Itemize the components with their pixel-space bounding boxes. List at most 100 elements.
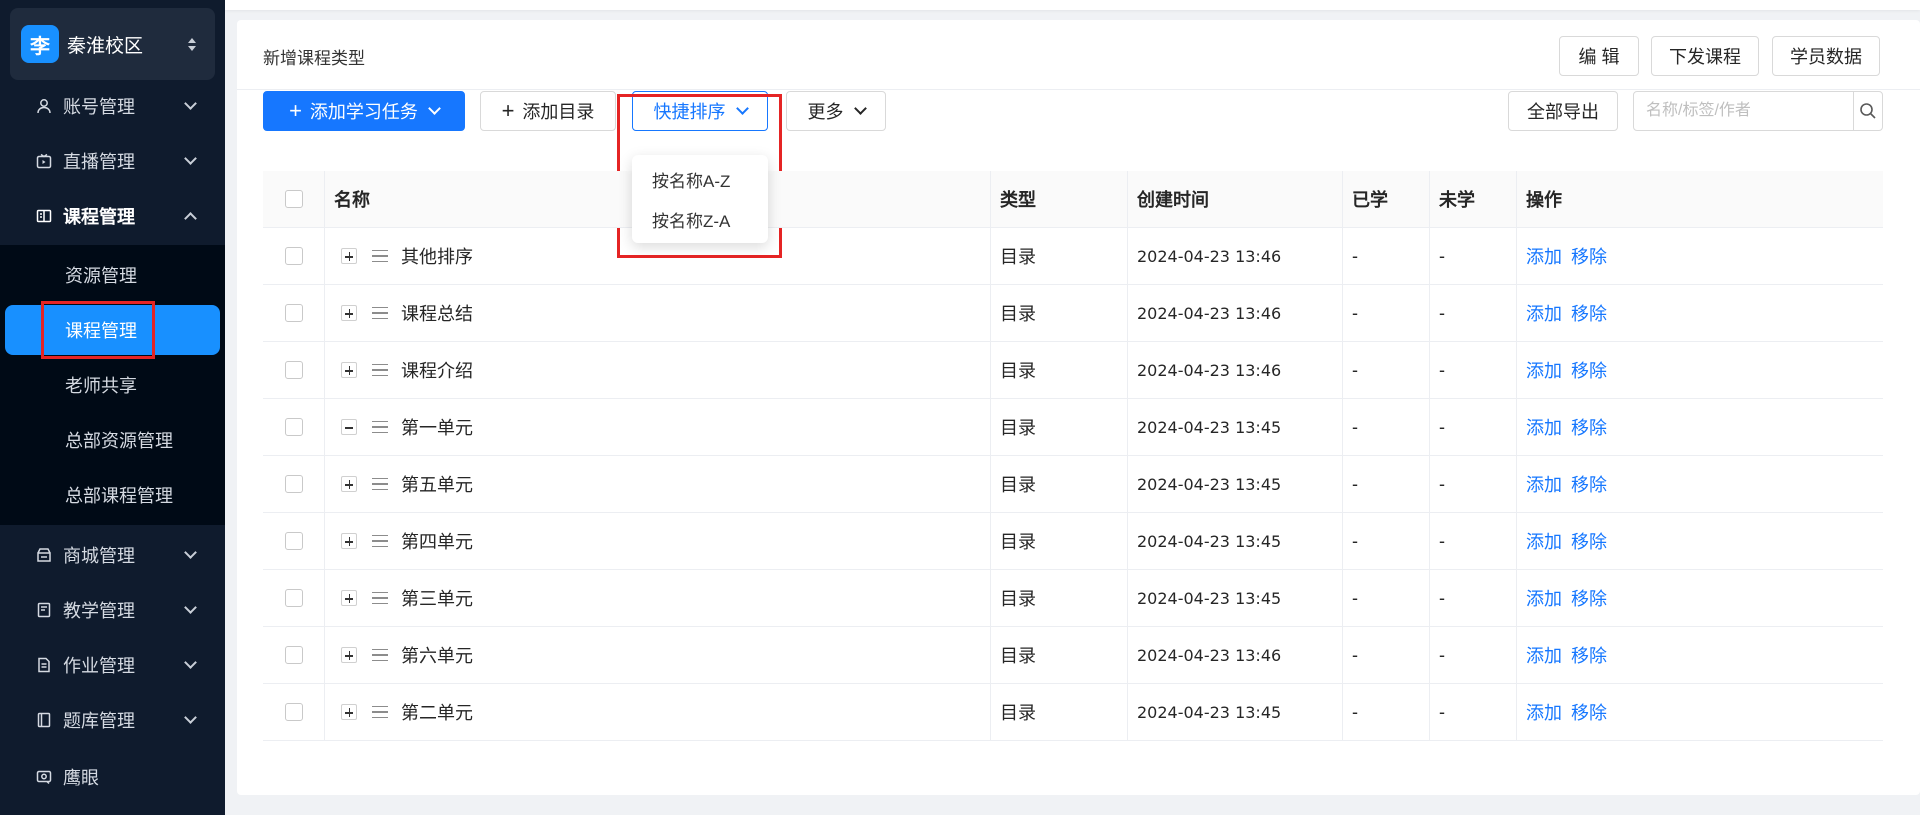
export-all-button[interactable]: 全部导出 bbox=[1508, 91, 1618, 131]
drag-handle-icon[interactable] bbox=[372, 478, 388, 490]
drag-handle-icon[interactable] bbox=[372, 706, 388, 718]
student-data-button[interactable]: 学员数据 bbox=[1772, 36, 1880, 76]
row-check-cell bbox=[263, 399, 325, 455]
row-check-cell bbox=[263, 684, 325, 740]
expand-icon[interactable] bbox=[341, 362, 357, 378]
edit-button[interactable]: 编 辑 bbox=[1559, 36, 1639, 76]
remove-link[interactable]: 移除 bbox=[1571, 585, 1607, 611]
distribute-course-button[interactable]: 下发课程 bbox=[1651, 36, 1759, 76]
table-row: 第四单元 目录 2024-04-23 13:45- - 添加 移除 bbox=[263, 513, 1883, 570]
add-link[interactable]: 添加 bbox=[1526, 585, 1562, 611]
add-directory-button[interactable]: + 添加目录 bbox=[480, 91, 616, 131]
menu-label: 账号管理 bbox=[63, 96, 135, 117]
search-input[interactable] bbox=[1634, 92, 1853, 130]
collapse-icon[interactable] bbox=[341, 419, 357, 435]
top-bar bbox=[225, 0, 1920, 10]
drag-handle-icon[interactable] bbox=[372, 364, 388, 376]
header-ops: 操作 bbox=[1526, 190, 1562, 210]
add-link[interactable]: 添加 bbox=[1526, 642, 1562, 668]
row-checkbox[interactable] bbox=[284, 304, 303, 322]
drag-handle-icon[interactable] bbox=[372, 250, 388, 262]
header-created: 创建时间 bbox=[1128, 171, 1343, 227]
row-checkbox[interactable] bbox=[284, 646, 303, 664]
expand-icon[interactable] bbox=[341, 248, 357, 264]
row-name: 第五单元 bbox=[401, 475, 473, 495]
quick-sort-button[interactable]: 快捷排序 bbox=[632, 91, 768, 131]
expand-icon[interactable] bbox=[341, 533, 357, 549]
name-cell: 第六单元 bbox=[325, 627, 991, 683]
row-check-cell bbox=[263, 342, 325, 398]
drag-handle-icon[interactable] bbox=[372, 421, 388, 433]
learned-cell: - bbox=[1343, 285, 1430, 341]
remove-link[interactable]: 移除 bbox=[1571, 528, 1607, 554]
unlearned-cell: - bbox=[1430, 399, 1517, 455]
row-name: 第四单元 bbox=[401, 532, 473, 552]
row-checkbox[interactable] bbox=[284, 475, 303, 493]
submenu-course[interactable]: 课程管理 bbox=[5, 305, 220, 355]
submenu-teacher-share[interactable]: 老师共享 bbox=[0, 360, 225, 410]
menu-mall[interactable]: 商城管理 bbox=[0, 527, 225, 582]
expand-icon[interactable] bbox=[341, 305, 357, 321]
add-link[interactable]: 添加 bbox=[1526, 357, 1562, 383]
add-link[interactable]: 添加 bbox=[1526, 699, 1562, 725]
drag-handle-icon[interactable] bbox=[372, 535, 388, 547]
drag-handle-icon[interactable] bbox=[372, 592, 388, 604]
row-checkbox[interactable] bbox=[284, 703, 303, 721]
campus-switcher[interactable]: 李 秦淮校区 bbox=[10, 8, 215, 80]
campus-name: 秦淮校区 bbox=[67, 35, 144, 57]
expand-icon[interactable] bbox=[341, 590, 357, 606]
sort-name-desc-option[interactable]: 按名称Z-A bbox=[632, 199, 768, 239]
add-link[interactable]: 添加 bbox=[1526, 471, 1562, 497]
menu-teaching[interactable]: 教学管理 bbox=[0, 582, 225, 637]
add-link[interactable]: 添加 bbox=[1526, 414, 1562, 440]
type-cell: 目录 bbox=[991, 285, 1128, 341]
row-checkbox[interactable] bbox=[284, 247, 303, 265]
menu-account[interactable]: 账号管理 bbox=[0, 78, 225, 133]
submenu-hq-resource[interactable]: 总部资源管理 bbox=[0, 415, 225, 465]
user-icon bbox=[36, 98, 52, 114]
more-button[interactable]: 更多 bbox=[786, 91, 886, 131]
row-checkbox[interactable] bbox=[284, 418, 303, 436]
row-check-cell bbox=[263, 570, 325, 626]
remove-link[interactable]: 移除 bbox=[1571, 243, 1607, 269]
more-label: 更多 bbox=[807, 102, 844, 122]
drag-handle-icon[interactable] bbox=[372, 307, 388, 319]
name-cell: 第五单元 bbox=[325, 456, 991, 512]
menu-eagle-eye[interactable]: 鹰眼 bbox=[0, 749, 225, 804]
created-cell: 2024-04-23 13:45 bbox=[1128, 513, 1343, 569]
expand-icon[interactable] bbox=[341, 647, 357, 663]
remove-link[interactable]: 移除 bbox=[1571, 642, 1607, 668]
remove-link[interactable]: 移除 bbox=[1571, 300, 1607, 326]
chevron-up-icon bbox=[184, 211, 197, 225]
menu-course[interactable]: 课程管理 bbox=[0, 188, 225, 243]
learned-cell: - bbox=[1343, 228, 1430, 284]
sort-name-asc-option[interactable]: 按名称A-Z bbox=[632, 159, 768, 199]
row-check-cell bbox=[263, 627, 325, 683]
campus-avatar: 李 bbox=[21, 25, 59, 63]
menu-question-bank[interactable]: 题库管理 bbox=[0, 692, 225, 747]
submenu-resource[interactable]: 资源管理 bbox=[0, 250, 225, 300]
expand-icon[interactable] bbox=[341, 476, 357, 492]
created-cell: 2024-04-23 13:46 bbox=[1128, 342, 1343, 398]
expand-icon[interactable] bbox=[341, 704, 357, 720]
row-checkbox[interactable] bbox=[284, 532, 303, 550]
drag-handle-icon[interactable] bbox=[372, 649, 388, 661]
add-link[interactable]: 添加 bbox=[1526, 528, 1562, 554]
remove-link[interactable]: 移除 bbox=[1571, 357, 1607, 383]
search-icon[interactable] bbox=[1853, 92, 1882, 130]
remove-link[interactable]: 移除 bbox=[1571, 471, 1607, 497]
row-checkbox[interactable] bbox=[284, 589, 303, 607]
select-all-checkbox[interactable] bbox=[284, 190, 303, 208]
row-checkbox[interactable] bbox=[284, 361, 303, 379]
add-link[interactable]: 添加 bbox=[1526, 300, 1562, 326]
type-cell: 目录 bbox=[991, 342, 1128, 398]
remove-link[interactable]: 移除 bbox=[1571, 414, 1607, 440]
type-cell: 目录 bbox=[991, 228, 1128, 284]
remove-link[interactable]: 移除 bbox=[1571, 699, 1607, 725]
submenu-hq-course[interactable]: 总部课程管理 bbox=[0, 470, 225, 520]
add-link[interactable]: 添加 bbox=[1526, 243, 1562, 269]
menu-homework[interactable]: 作业管理 bbox=[0, 637, 225, 692]
add-study-task-button[interactable]: + 添加学习任务 bbox=[263, 91, 465, 131]
menu-live[interactable]: 直播管理 bbox=[0, 133, 225, 188]
plus-icon: + bbox=[501, 98, 515, 123]
